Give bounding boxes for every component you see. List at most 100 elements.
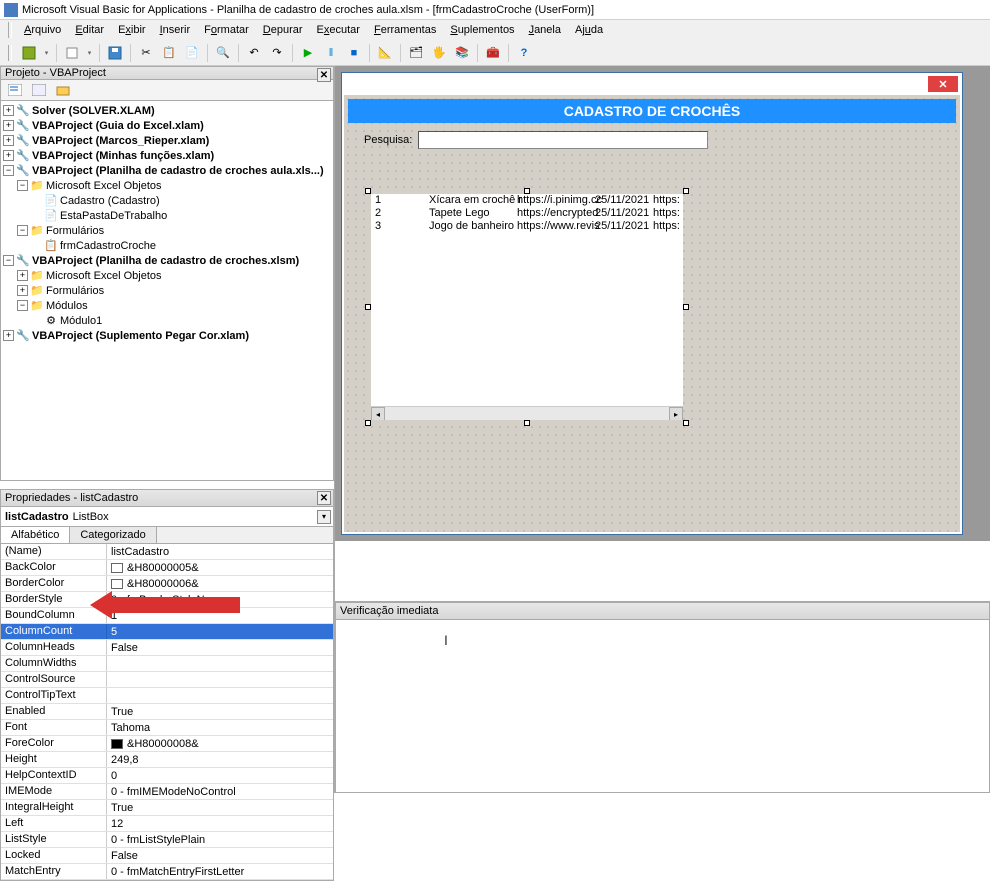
menu-ajuda[interactable]: Ajuda — [569, 22, 609, 38]
run-button[interactable]: ▶ — [298, 43, 318, 63]
prop-row-matchentry[interactable]: MatchEntry0 - fmMatchEntryFirstLetter — [1, 864, 333, 880]
object-browser-button[interactable]: 📚 — [452, 43, 472, 63]
collapse-icon[interactable]: − — [17, 225, 28, 236]
resize-handle[interactable] — [524, 420, 530, 426]
prop-row-font[interactable]: FontTahoma — [1, 720, 333, 736]
menu-suplementos[interactable]: Suplementos — [444, 22, 520, 38]
tab-categorizado[interactable]: Categorizado — [70, 527, 156, 543]
project-explorer-button[interactable]: 🗂 — [406, 43, 426, 63]
close-icon[interactable]: ✕ — [928, 76, 958, 92]
prop-row-backcolor[interactable]: BackColor&H80000005& — [1, 560, 333, 576]
props-object-selector[interactable]: listCadastro ListBox ▾ — [0, 507, 334, 527]
list-item[interactable]: 3Jogo de banheirohttps://www.revis25/11/… — [371, 220, 683, 233]
pause-button[interactable]: ‖ — [321, 43, 341, 63]
resize-handle[interactable] — [365, 304, 371, 310]
tree-minhas[interactable]: VBAProject (Minhas funções.xlam) — [32, 150, 214, 162]
expand-icon[interactable]: + — [3, 330, 14, 341]
view-code-button[interactable] — [5, 80, 25, 100]
userform-window[interactable]: ✕ CADASTRO DE CROCHÊS Pesquisa: 1Xícara … — [341, 72, 963, 535]
listbox-listcadastro[interactable]: 1Xícara em crochê rhttps://i.pinimg.cc25… — [368, 191, 686, 423]
expand-icon[interactable]: + — [3, 120, 14, 131]
scroll-right-icon[interactable]: ▸ — [669, 407, 683, 420]
toolbox-button[interactable]: 🧰 — [483, 43, 503, 63]
insert-button[interactable] — [62, 43, 82, 63]
undo-button[interactable]: ↶ — [244, 43, 264, 63]
prop-row-columnheads[interactable]: ColumnHeadsFalse — [1, 640, 333, 656]
expand-icon[interactable]: + — [3, 105, 14, 116]
menu-janela[interactable]: Janela — [523, 22, 567, 38]
stop-button[interactable]: ■ — [344, 43, 364, 63]
search-input[interactable] — [418, 131, 708, 149]
resize-handle[interactable] — [365, 420, 371, 426]
menu-formatar[interactable]: Formatar — [198, 22, 255, 38]
close-icon[interactable]: ✕ — [317, 68, 331, 82]
project-tree[interactable]: +🔧Solver (SOLVER.XLAM) +🔧VBAProject (Gui… — [0, 101, 334, 481]
scroll-left-icon[interactable]: ◂ — [371, 407, 385, 420]
form-designer-canvas[interactable]: ✕ CADASTRO DE CROCHÊS Pesquisa: 1Xícara … — [335, 66, 990, 541]
prop-row-name[interactable]: (Name)listCadastro — [1, 544, 333, 560]
collapse-icon[interactable]: − — [17, 300, 28, 311]
properties-button[interactable]: 🖐 — [429, 43, 449, 63]
menu-executar[interactable]: Executar — [311, 22, 366, 38]
prop-row-bordercolor[interactable]: BorderColor&H80000006& — [1, 576, 333, 592]
collapse-icon[interactable]: − — [3, 165, 14, 176]
prop-row-enabled[interactable]: EnabledTrue — [1, 704, 333, 720]
list-item[interactable]: 2Tapete Legohttps://encrypted25/11/2021h… — [371, 207, 683, 220]
resize-handle[interactable] — [524, 188, 530, 194]
prop-row-height[interactable]: Height249,8 — [1, 752, 333, 768]
tree-excel-objetos[interactable]: Microsoft Excel Objetos — [46, 180, 162, 192]
toggle-folders-button[interactable] — [53, 80, 73, 100]
tree-excel-objetos2[interactable]: Microsoft Excel Objetos — [46, 270, 162, 282]
tree-planilha[interactable]: VBAProject (Planilha de cadastro de croc… — [32, 255, 299, 267]
prop-row-forecolor[interactable]: ForeColor&H80000008& — [1, 736, 333, 752]
menu-inserir[interactable]: Inserir — [154, 22, 197, 38]
view-object-button[interactable] — [29, 80, 49, 100]
prop-row-liststyle[interactable]: ListStyle0 - fmListStylePlain — [1, 832, 333, 848]
collapse-icon[interactable]: − — [3, 255, 14, 266]
tree-frm[interactable]: frmCadastroCroche — [60, 240, 156, 252]
find-button[interactable]: 🔍 — [213, 43, 233, 63]
paste-button[interactable]: 📄 — [182, 43, 202, 63]
resize-handle[interactable] — [683, 420, 689, 426]
design-mode-button[interactable]: 📐 — [375, 43, 395, 63]
view-excel-button[interactable] — [19, 43, 39, 63]
prop-row-left[interactable]: Left12 — [1, 816, 333, 832]
close-icon[interactable]: ✕ — [317, 491, 331, 505]
expand-icon[interactable]: + — [3, 135, 14, 146]
chevron-down-icon[interactable]: ▾ — [317, 510, 331, 524]
help-button[interactable]: ? — [514, 43, 534, 63]
prop-row-columnwidths[interactable]: ColumnWidths — [1, 656, 333, 672]
horizontal-scrollbar[interactable]: ◂ ▸ — [371, 406, 683, 420]
prop-row-borderstyle[interactable]: BorderStyle0 - fmBorderStyleNone — [1, 592, 333, 608]
prop-row-integralheight[interactable]: IntegralHeightTrue — [1, 800, 333, 816]
dropdown-icon[interactable]: ▾ — [85, 43, 94, 63]
tree-cadastro-sheet[interactable]: Cadastro (Cadastro) — [60, 195, 160, 207]
menu-ferramentas[interactable]: Ferramentas — [368, 22, 442, 38]
redo-button[interactable]: ↷ — [267, 43, 287, 63]
expand-icon[interactable]: + — [17, 285, 28, 296]
prop-row-helpcontextid[interactable]: HelpContextID0 — [1, 768, 333, 784]
prop-row-columncount[interactable]: ColumnCount5 — [1, 624, 333, 640]
prop-row-controltiptext[interactable]: ControlTipText — [1, 688, 333, 704]
resize-handle[interactable] — [683, 304, 689, 310]
resize-handle[interactable] — [683, 188, 689, 194]
toolbar-handle[interactable] — [8, 45, 12, 61]
expand-icon[interactable]: + — [3, 150, 14, 161]
tree-aula[interactable]: VBAProject (Planilha de cadastro de croc… — [32, 165, 324, 177]
tree-solver[interactable]: Solver (SOLVER.XLAM) — [32, 105, 155, 117]
expand-icon[interactable]: + — [17, 270, 28, 281]
menu-exibir[interactable]: Exibir — [112, 22, 152, 38]
list-item[interactable]: 1Xícara em crochê rhttps://i.pinimg.cc25… — [371, 194, 683, 207]
collapse-icon[interactable]: − — [17, 180, 28, 191]
tree-forms[interactable]: Formulários — [46, 225, 104, 237]
tree-forms2[interactable]: Formulários — [46, 285, 104, 297]
menu-handle[interactable] — [8, 22, 12, 38]
tree-guia[interactable]: VBAProject (Guia do Excel.xlam) — [32, 120, 204, 132]
tree-modulos[interactable]: Módulos — [46, 300, 88, 312]
copy-button[interactable]: 📋 — [159, 43, 179, 63]
tree-pegar-cor[interactable]: VBAProject (Suplemento Pegar Cor.xlam) — [32, 330, 249, 342]
tree-workbook[interactable]: EstaPastaDeTrabalho — [60, 210, 167, 222]
tab-alfabetico[interactable]: Alfabético — [1, 527, 70, 543]
prop-row-controlsource[interactable]: ControlSource — [1, 672, 333, 688]
save-button[interactable] — [105, 43, 125, 63]
